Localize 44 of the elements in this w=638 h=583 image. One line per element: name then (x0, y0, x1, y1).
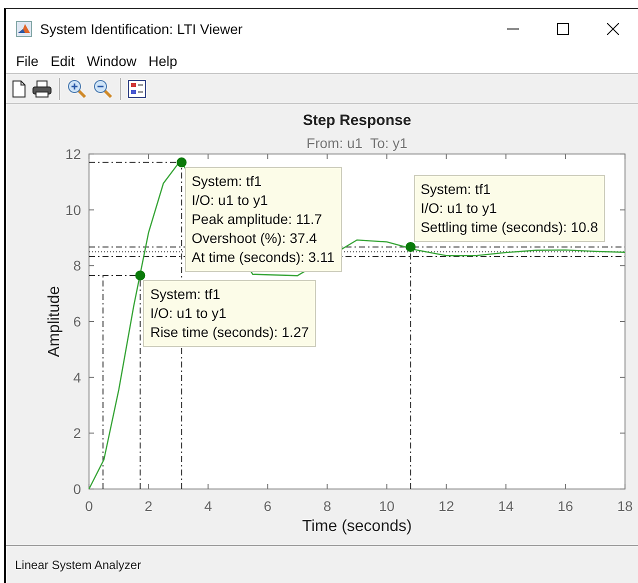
menu-item[interactable]: Help (142, 51, 184, 71)
x-tick-label: 8 (323, 498, 332, 514)
datatip-line: System: tf1 (192, 172, 263, 192)
x-axis-label: Time (seconds) (302, 518, 412, 535)
menu-item[interactable]: Edit (44, 51, 81, 71)
menu-item[interactable]: File (10, 51, 45, 71)
datatip-line: I/O: u1 to y1 (420, 198, 498, 218)
x-tick-label: 6 (264, 498, 272, 514)
x-tick-label: 14 (498, 498, 514, 514)
app-logo-icon (16, 21, 32, 37)
x-tick-label: 18 (617, 498, 633, 514)
x-tick-label: 2 (144, 498, 152, 514)
x-tick-label: 4 (204, 498, 212, 514)
datatip-line: System: tf1 (150, 285, 222, 304)
chart-title: Step Response (302, 112, 412, 129)
y-tick-label: 0 (73, 481, 81, 497)
y-axis-label: Amplitude (46, 286, 63, 358)
datatip-line: Settling time (seconds): 10.8 (420, 218, 598, 237)
window-title: System Identification: LTI Viewer (40, 21, 244, 37)
datatip-line: System: tf1 (420, 180, 492, 199)
datatip-line: Overshoot (%): 37.4 (192, 229, 318, 248)
y-tick-label: 10 (65, 202, 81, 218)
datatip-line: At time (seconds): 3.11 (192, 248, 335, 268)
maximize-icon (557, 23, 569, 35)
status-text: Linear System Analyzer (15, 558, 142, 572)
x-tick-label: 12 (438, 498, 454, 514)
data-marker[interactable] (135, 270, 146, 280)
y-tick-label: 2 (73, 425, 81, 442)
y-tick-label: 6 (73, 314, 81, 330)
y-tick-label: 8 (73, 258, 81, 274)
y-tick-label: 12 (65, 146, 81, 162)
datatip-line: Rise time (seconds): 1.27 (150, 323, 309, 342)
datatip-line: I/O: u1 to y1 (192, 191, 269, 210)
x-tick-label: 10 (379, 498, 395, 514)
data-marker[interactable] (406, 242, 416, 252)
datatip-line: I/O: u1 to y1 (150, 304, 228, 324)
menu-item[interactable]: Window (80, 51, 142, 71)
x-tick-label: 16 (558, 498, 574, 514)
datatip-line: Peak amplitude: 11.7 (192, 210, 324, 230)
x-tick-label: 0 (85, 498, 93, 514)
data-marker[interactable] (176, 157, 187, 168)
chart-subtitle: From: u1 To: y1 (306, 135, 408, 151)
close-icon (607, 23, 619, 35)
y-tick-label: 4 (73, 369, 81, 386)
